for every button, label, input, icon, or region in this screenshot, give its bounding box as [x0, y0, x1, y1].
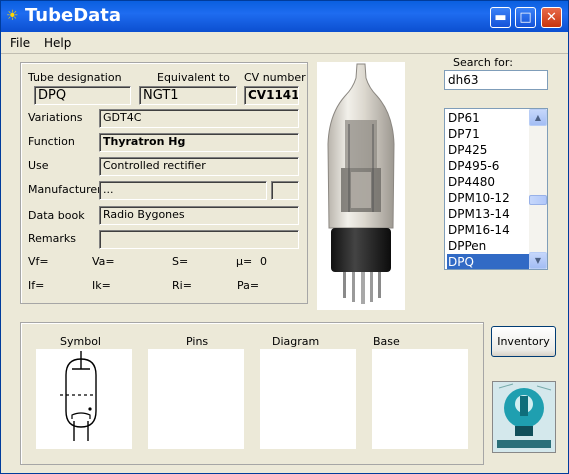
diagram-panel	[260, 349, 356, 449]
search-input[interactable]	[444, 70, 548, 90]
menu-file[interactable]: File	[10, 36, 30, 50]
param-if: If=	[28, 279, 45, 292]
use-field[interactable]: Controlled rectifier	[99, 157, 299, 176]
menu-help[interactable]: Help	[44, 36, 71, 50]
list-item[interactable]: DPM16-14	[447, 222, 530, 238]
thyratron-symbol	[60, 351, 97, 441]
param-vf: Vf=	[28, 255, 49, 268]
variations-field[interactable]: GDT4C	[99, 109, 299, 128]
equivalent-field[interactable]: NGT1	[139, 86, 237, 105]
minimize-icon: ▬	[494, 10, 507, 25]
minimize-button[interactable]: ▬	[490, 7, 511, 28]
designation-field[interactable]: DPQ	[34, 86, 131, 105]
param-mu-value: 0	[260, 255, 267, 268]
menu-bar: File Help	[1, 33, 568, 54]
base-panel	[372, 349, 468, 449]
list-item[interactable]: DPM10-12	[447, 190, 530, 206]
cv-number-field[interactable]: CV1141	[244, 86, 299, 105]
list-item[interactable]: DP71	[447, 126, 530, 142]
diagram-label: Diagram	[272, 335, 320, 348]
databook-field[interactable]: Radio Bygones	[99, 206, 299, 225]
param-mu: µ=	[236, 255, 253, 268]
maximize-button[interactable]: □	[515, 7, 536, 28]
chevron-up-icon[interactable]: ▲	[529, 109, 547, 126]
tubedata-logo	[492, 381, 556, 453]
function-field[interactable]: Thyratron Hg	[99, 133, 299, 152]
remarks-label: Remarks	[28, 232, 76, 245]
search-label: Search for:	[453, 56, 513, 69]
pins-panel	[148, 349, 244, 449]
base-label: Base	[373, 335, 400, 348]
maximize-icon: □	[519, 10, 532, 25]
use-label: Use	[28, 159, 49, 172]
app-window: ☀ TubeData ▬ □ ✕ File Help Tube designat…	[0, 0, 569, 474]
symbol-label: Symbol	[60, 335, 101, 348]
equivalent-label: Equivalent to	[157, 71, 230, 84]
bulb-icon: ☀	[6, 8, 19, 24]
list-item[interactable]: DP495-6	[447, 158, 530, 174]
param-pa: Pa=	[237, 279, 260, 292]
variations-label: Variations	[28, 111, 83, 124]
close-button[interactable]: ✕	[541, 7, 562, 28]
list-item[interactable]: DP61	[447, 110, 530, 126]
list-item[interactable]: DPPen	[447, 238, 530, 254]
list-item[interactable]: DP4480	[447, 174, 530, 190]
param-va: Va=	[92, 255, 115, 268]
designation-label: Tube designation	[28, 71, 122, 84]
databook-label: Data book	[28, 209, 85, 222]
scrollbar-thumb[interactable]	[529, 195, 547, 205]
inventory-button[interactable]: Inventory	[491, 326, 556, 357]
close-icon: ✕	[546, 10, 557, 25]
list-item[interactable]: DPM13-14	[447, 206, 530, 222]
remarks-field[interactable]	[99, 230, 299, 249]
tube-list[interactable]: DP61 DP71 DP425 DP495-6 DP4480 DPM10-12 …	[444, 108, 548, 270]
param-s: S=	[172, 255, 189, 268]
manufacturer-label: Manufacturer	[28, 183, 102, 196]
manufacturer-field[interactable]: ...	[99, 181, 267, 200]
list-scrollbar[interactable]: ▲ ▼	[529, 109, 547, 269]
param-ik: Ik=	[92, 279, 111, 292]
list-item[interactable]: DP425	[447, 142, 530, 158]
list-item-selected[interactable]: DPQ	[447, 254, 530, 269]
symbol-panel	[36, 349, 132, 449]
window-title: TubeData	[25, 5, 122, 26]
title-bar[interactable]: ☀ TubeData ▬ □ ✕	[1, 1, 568, 32]
tube-photo	[317, 62, 405, 310]
param-ri: Ri=	[172, 279, 192, 292]
function-label: Function	[28, 135, 75, 148]
pins-label: Pins	[186, 335, 209, 348]
cv-label: CV number	[244, 71, 306, 84]
manufacturer-extra-field[interactable]	[271, 181, 299, 200]
chevron-down-icon[interactable]: ▼	[529, 252, 547, 269]
